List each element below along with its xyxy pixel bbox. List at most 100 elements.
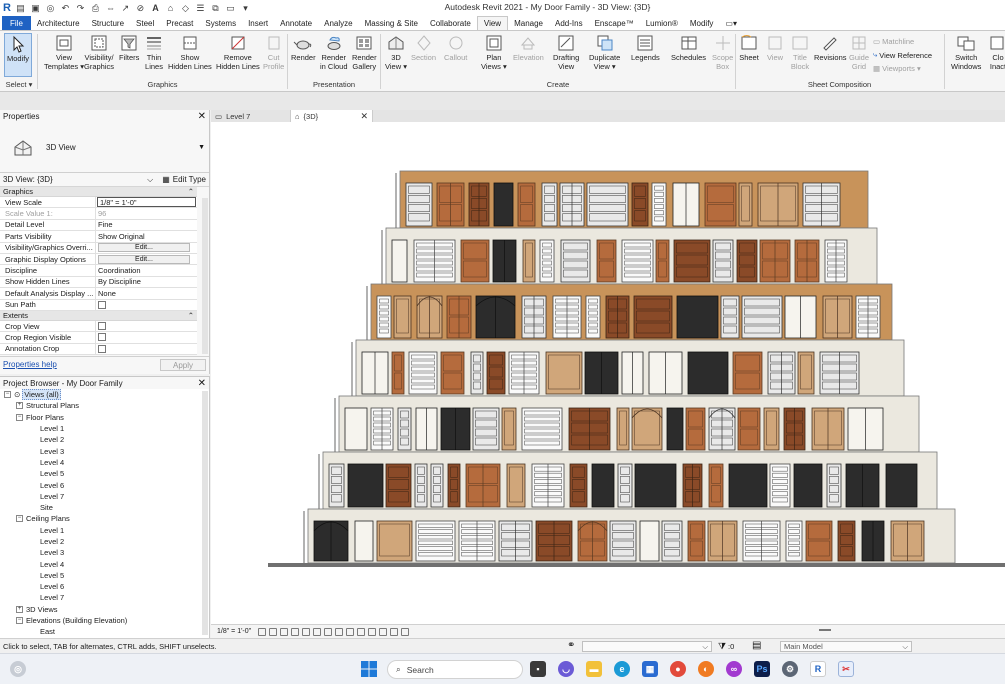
edit-type-button[interactable]: Edit Type xyxy=(173,175,206,184)
ribbon-tab-view[interactable]: View xyxy=(476,16,509,30)
task-view-icon[interactable]: ▪ xyxy=(530,661,546,677)
revit-taskbar-icon[interactable]: R xyxy=(810,661,826,677)
view-tab[interactable]: ▭ Level 7 xyxy=(211,110,291,122)
type-selector[interactable]: 3D View ▼ xyxy=(0,123,209,173)
design-option-selector[interactable]: Main Model ⌵ xyxy=(780,641,912,652)
browser-node[interactable]: − Ceiling Plans xyxy=(0,513,203,524)
browser-node[interactable]: Level 5 xyxy=(0,570,203,581)
browser-node[interactable]: Level 4 xyxy=(0,558,203,569)
sync-icon[interactable]: ◎ xyxy=(45,3,56,14)
expand-icon[interactable]: + xyxy=(16,402,23,410)
highlight-displacement-icon[interactable] xyxy=(390,627,399,636)
lock-3d-icon[interactable] xyxy=(335,627,344,636)
property-value[interactable]: 96 xyxy=(96,208,197,218)
callout-button[interactable]: Callout xyxy=(444,33,467,63)
visibility-graphics-button[interactable]: Visibility/ Graphics xyxy=(84,33,114,71)
expand-icon[interactable]: + xyxy=(16,605,23,613)
browser-node[interactable]: Level 6 xyxy=(0,479,203,490)
duplicate-view-button[interactable]: Duplicate View ▾ xyxy=(589,33,620,71)
crop-view-icon[interactable] xyxy=(313,627,322,636)
show-hidden-lines-button[interactable]: Show Hidden Lines xyxy=(168,33,212,71)
property-row[interactable]: Crop Region Visible xyxy=(0,332,197,344)
property-row[interactable]: Parts Visibility Show Original xyxy=(0,231,197,243)
render-gallery-button[interactable]: Render Gallery xyxy=(352,33,377,71)
property-value[interactable]: 1/8" = 1'-0" xyxy=(97,197,196,208)
matchline-button[interactable]: ▭ Matchline xyxy=(873,37,914,46)
edit-button-cell[interactable]: Edit... xyxy=(96,243,197,253)
dimension-icon[interactable]: ↗ xyxy=(120,3,131,14)
switch-windows-icon[interactable]: ▭ xyxy=(225,3,236,14)
reveal-constraints-icon[interactable] xyxy=(401,627,410,636)
checkbox-cell[interactable] xyxy=(96,332,197,342)
property-row[interactable]: Visibility/Graphics Overri... Edit... xyxy=(0,242,197,254)
viewports-button[interactable]: ▦ Viewports ▾ xyxy=(873,64,921,73)
property-value[interactable]: Show Original xyxy=(96,231,197,241)
checkbox-cell[interactable] xyxy=(96,344,197,354)
text-icon[interactable]: A xyxy=(150,3,161,14)
edge-icon[interactable]: e xyxy=(614,661,630,677)
ribbon-tab-manage[interactable]: Manage xyxy=(508,16,549,30)
graphics-section-header[interactable]: Graphics ⌃ xyxy=(0,187,197,197)
section-button[interactable]: Section xyxy=(411,33,436,63)
properties-help-link[interactable]: Properties help xyxy=(3,360,57,369)
apply-button[interactable]: Apply xyxy=(160,358,206,371)
plan-views-button[interactable]: Plan Views ▾ xyxy=(481,33,507,71)
shadows-icon[interactable] xyxy=(291,627,300,636)
taskbar-search[interactable]: ⌕ Search xyxy=(387,660,523,679)
messenger-icon[interactable]: ∞ xyxy=(726,661,742,677)
ribbon-tab-enscape[interactable]: Enscape™ xyxy=(589,16,640,30)
browser-node[interactable]: Level 5 xyxy=(0,468,203,479)
save-icon[interactable]: ▣ xyxy=(30,3,41,14)
browser-node[interactable]: Level 3 xyxy=(0,547,203,558)
editing-requests-icon[interactable]: ▤ xyxy=(752,640,761,651)
browser-node[interactable]: Level 1 xyxy=(0,423,203,434)
workset-selector[interactable]: ⌵ xyxy=(582,641,712,652)
filter-icon[interactable]: ⧩ xyxy=(718,641,726,652)
chrome-icon[interactable]: ● xyxy=(670,661,686,677)
property-value[interactable]: None xyxy=(96,288,197,298)
modify-button[interactable]: Modify xyxy=(4,33,32,77)
browser-node[interactable]: Level 2 xyxy=(0,536,203,547)
edit-button[interactable]: Edit... xyxy=(98,254,190,264)
thin-lines-icon[interactable]: ☰ xyxy=(195,3,206,14)
browser-node[interactable]: − Floor Plans xyxy=(0,412,203,423)
edit-button[interactable]: Edit... xyxy=(98,243,190,253)
drafting-view-button[interactable]: Drafting View xyxy=(553,33,579,71)
browser-scrollbar[interactable] xyxy=(202,391,208,635)
analytical-model-icon[interactable] xyxy=(379,627,388,636)
view-templates-button[interactable]: View Templates ▾ xyxy=(44,33,84,71)
ribbon-tab-insert[interactable]: Insert xyxy=(242,16,274,30)
browser-node[interactable]: Level 4 xyxy=(0,457,203,468)
detail-level-icon[interactable] xyxy=(258,627,267,636)
title-block-button[interactable]: Title Block xyxy=(790,33,810,71)
property-checkbox[interactable] xyxy=(98,322,106,331)
legends-button[interactable]: Legends xyxy=(631,33,660,63)
place-view-button[interactable]: View xyxy=(765,33,785,63)
browser-node[interactable]: Level 2 xyxy=(0,434,203,445)
view-reference-button[interactable]: ⤷ View Reference xyxy=(873,50,932,60)
revisions-button[interactable]: Revisions xyxy=(814,33,847,63)
section-icon[interactable]: ◇ xyxy=(180,3,191,14)
ribbon-tab-add-ins[interactable]: Add-Ins xyxy=(549,16,589,30)
property-value[interactable]: By Discipline xyxy=(96,277,197,287)
view-scale-control[interactable]: 1/8" = 1'-0" xyxy=(217,628,251,635)
close-icon[interactable]: ✕ xyxy=(360,111,368,122)
widgets-icon[interactable]: ◎ xyxy=(10,661,26,677)
select-panel-label[interactable]: Select ▾ xyxy=(4,80,34,89)
collapse-icon[interactable]: − xyxy=(16,413,23,421)
temporary-hide-icon[interactable] xyxy=(346,627,355,636)
extents-section-header[interactable]: Extents ⌃ xyxy=(0,310,197,321)
filters-button[interactable]: Filters xyxy=(119,33,139,63)
view-cube-minimized-icon[interactable] xyxy=(819,629,831,631)
chevron-down-icon[interactable]: ⌵ xyxy=(147,175,153,185)
ribbon-tab-collaborate[interactable]: Collaborate xyxy=(424,16,477,30)
visual-style-icon[interactable] xyxy=(269,627,278,636)
collapse-icon[interactable]: − xyxy=(4,391,11,399)
browser-node[interactable]: + Structural Plans xyxy=(0,400,203,411)
cut-profile-button[interactable]: Cut Profile xyxy=(263,33,284,71)
drawing-canvas[interactable] xyxy=(211,122,1005,624)
default-3d-icon[interactable]: ⌂ xyxy=(165,3,176,14)
property-checkbox[interactable] xyxy=(98,344,106,353)
contextual-tab-toggle-icon[interactable]: ▭▾ xyxy=(719,16,743,30)
render-button[interactable]: Render xyxy=(291,33,316,63)
